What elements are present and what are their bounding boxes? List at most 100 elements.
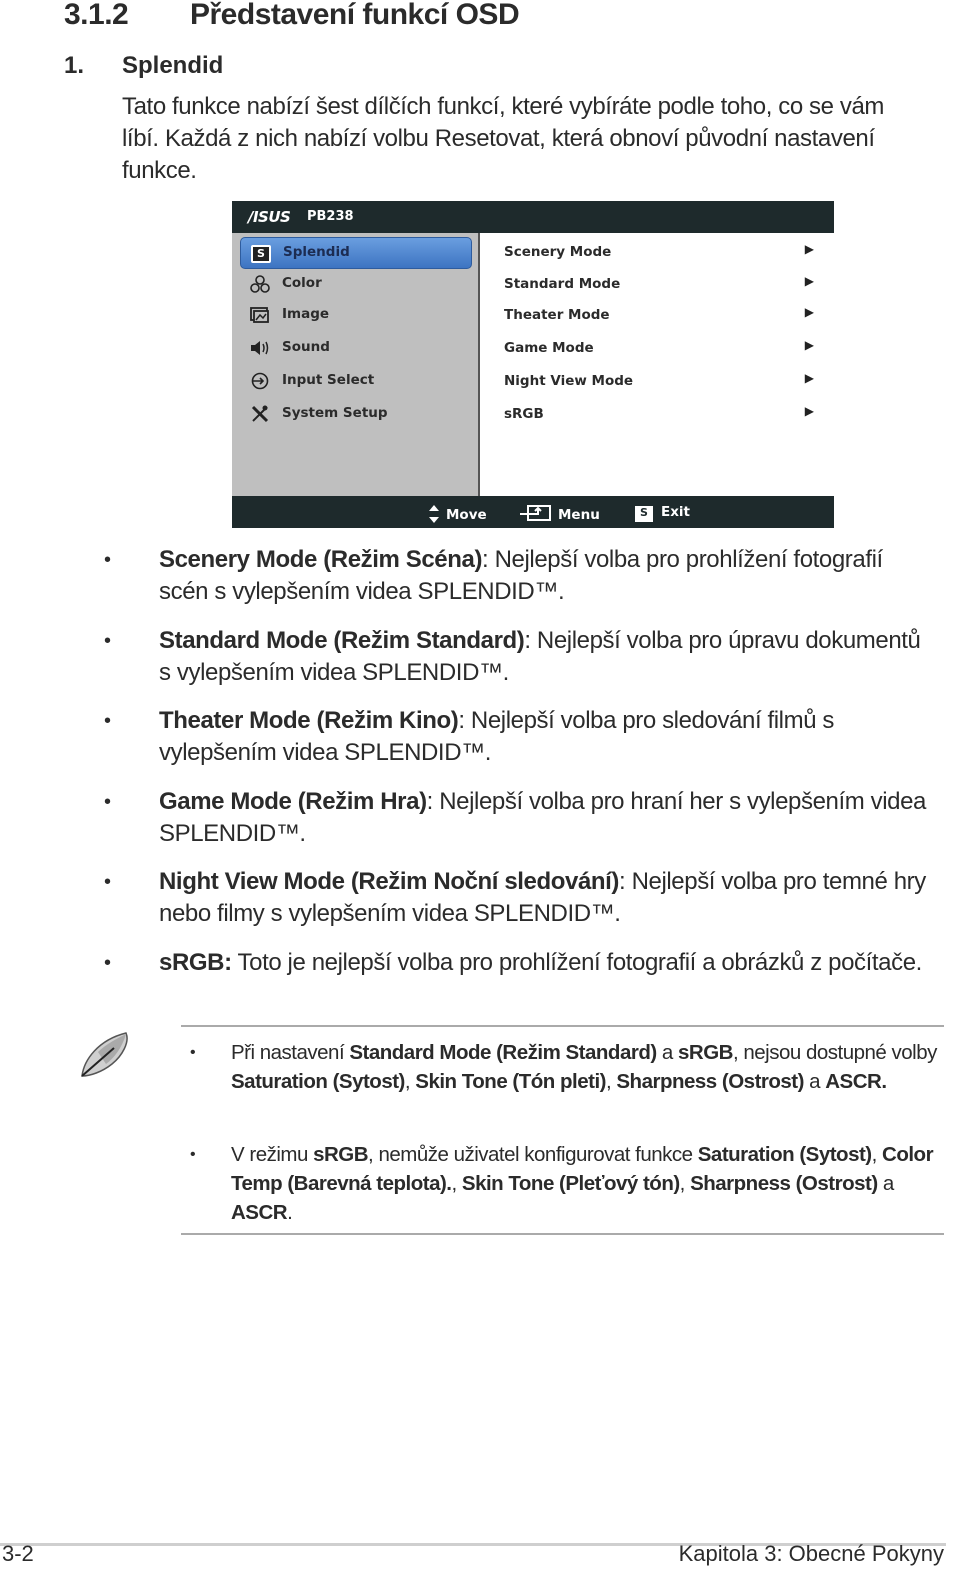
menu-item-label: Sound [282,339,330,355]
submenu-item-scenery-mode[interactable]: Scenery Mode ▶ [504,237,814,267]
bullet-dot: • [104,791,111,813]
note-term: Standard Mode (Režim Standard) [349,1041,657,1064]
note-feather-icon [78,1030,134,1080]
page-number: 3-2 [2,1541,34,1566]
move-label: Move [446,507,487,523]
item-number: 1. [64,52,85,79]
arrow-right-icon: ▶ [804,404,814,418]
note-run: , [451,1172,462,1195]
note-run: , nemůže uživatel konfigurovat funkce [368,1143,698,1166]
bullet-dot: • [190,1044,196,1061]
note-run: Při nastavení [231,1041,350,1064]
submenu-label: sRGB [504,406,544,422]
note-term: Saturation (Sytost) [697,1143,872,1166]
arrow-right-icon: ▶ [804,371,814,385]
note-term: sRGB [313,1143,369,1166]
note-text: V režimu sRGB, nemůže uživatel konfiguro… [231,1140,956,1227]
bullet-term: Theater Mode (Režim Kino) [159,707,459,734]
osd-submenu: Scenery Mode ▶ Standard Mode ▶ Theater Mod… [480,233,834,496]
note-term: Skin Tone (Tón pleti) [415,1070,606,1093]
asus-logo: /ISUS [248,208,291,226]
bullet-dot: • [104,549,111,571]
image-icon [250,306,270,324]
submenu-label: Night View Mode [504,373,634,389]
note-run: V režimu [231,1143,314,1166]
section-title: 3.1.2 Představení funkcí OSD [64,0,520,32]
input-select-icon [250,372,270,390]
bullet-dot: • [190,1146,196,1163]
splendid-s-icon: S [251,244,271,263]
move-hint: Move [428,504,487,524]
bullet-description: Toto je nejlepší volba pro prohlížení fo… [231,949,923,976]
bullet-term: sRGB: [159,949,232,976]
osd-main-menu: S Splendid Color Image Sound Input Selec… [232,233,480,496]
submenu-item-theater-mode[interactable]: Theater Mode ▶ [504,300,814,330]
submenu-label: Theater Mode [504,307,610,323]
arrow-right-icon: ▶ [804,242,814,256]
note-bottom-divider [181,1233,944,1235]
note-run: , [679,1172,691,1195]
arrow-right-icon: ▶ [804,338,814,352]
note-term: ASCR [231,1201,288,1224]
color-rgb-icon [250,275,270,293]
osd-footer: Move Menu S Exit [232,496,834,528]
note-run: , nejsou dostupné volby [732,1041,937,1064]
menu-label: Menu [558,507,600,523]
bullet-term: Night View Mode (Režim Noční sledování) [159,868,620,895]
menu-hint: Menu [520,504,600,523]
submenu-item-night-view-mode[interactable]: Night View Mode ▶ [504,366,814,396]
intro-paragraph: Tato funkce nabízí šest dílčích funkcí, … [122,93,885,184]
menu-return-icon [520,504,552,523]
submenu-item-game-mode[interactable]: Game Mode ▶ [504,333,814,363]
note-run: a [656,1041,678,1064]
menu-item-system-setup[interactable]: System Setup [240,399,470,429]
submenu-item-srgb[interactable]: sRGB ▶ [504,399,814,429]
arrow-right-icon: ▶ [804,305,814,319]
menu-item-input-select[interactable]: Input Select [240,366,470,396]
note-top-divider [181,1025,944,1027]
speaker-icon [250,339,270,357]
bullet-term: Game Mode (Režim Hra) [159,788,427,815]
note-term: Skin Tone (Pleťový tón) [461,1172,680,1195]
bullet-dot: • [104,952,111,974]
note-term: Sharpness (Ostrost) [690,1172,878,1195]
note-run: a [803,1070,826,1093]
submenu-label: Scenery Mode [504,244,612,260]
menu-item-color[interactable]: Color [240,269,470,299]
menu-item-label: Image [282,306,330,322]
note-run: , [871,1143,883,1166]
section-number: 3.1.2 [64,0,129,31]
menu-item-label: Input Select [282,372,375,388]
splendid-s-icon: S [635,506,653,522]
bullet-term: Scenery Mode (Režim Scéna) [159,546,483,573]
submenu-item-standard-mode[interactable]: Standard Mode ▶ [504,269,814,299]
osd-header: /ISUS PB238 [232,201,834,233]
submenu-label: Game Mode [504,340,594,356]
menu-item-splendid[interactable]: S Splendid [240,237,472,269]
item-title: Splendid [122,52,224,79]
menu-item-label: Color [282,275,322,291]
note-run: a [877,1172,894,1195]
menu-item-image[interactable]: Image [240,300,470,330]
model-name: PB238 [307,209,354,224]
item-heading: 1. Splendid [64,52,223,80]
bullet-dot: • [104,710,111,732]
note-term: Sharpness (Ostrost) [616,1070,804,1093]
section-title-text: Představení funkcí OSD [190,0,520,31]
note-run: , [404,1070,416,1093]
note-term: ASCR. [825,1070,887,1093]
note-text: Při nastavení Standard Mode (Režim Stand… [231,1038,956,1096]
note-run: . [287,1201,293,1224]
tools-icon [250,405,270,423]
bullet-dot: • [104,871,111,893]
menu-item-label: System Setup [282,405,388,421]
note-term: Saturation (Sytost) [231,1070,405,1093]
arrow-right-icon: ▶ [804,274,814,288]
bullet-dot: • [104,630,111,652]
bullet-term: Standard Mode (Režim Standard) [159,627,525,654]
exit-hint: S Exit [635,504,690,522]
up-down-arrows-icon [428,504,440,524]
menu-item-sound[interactable]: Sound [240,333,470,363]
osd-menu: /ISUS PB238 S Splendid Color Image Sound [232,201,834,528]
note-term: sRGB [677,1041,733,1064]
